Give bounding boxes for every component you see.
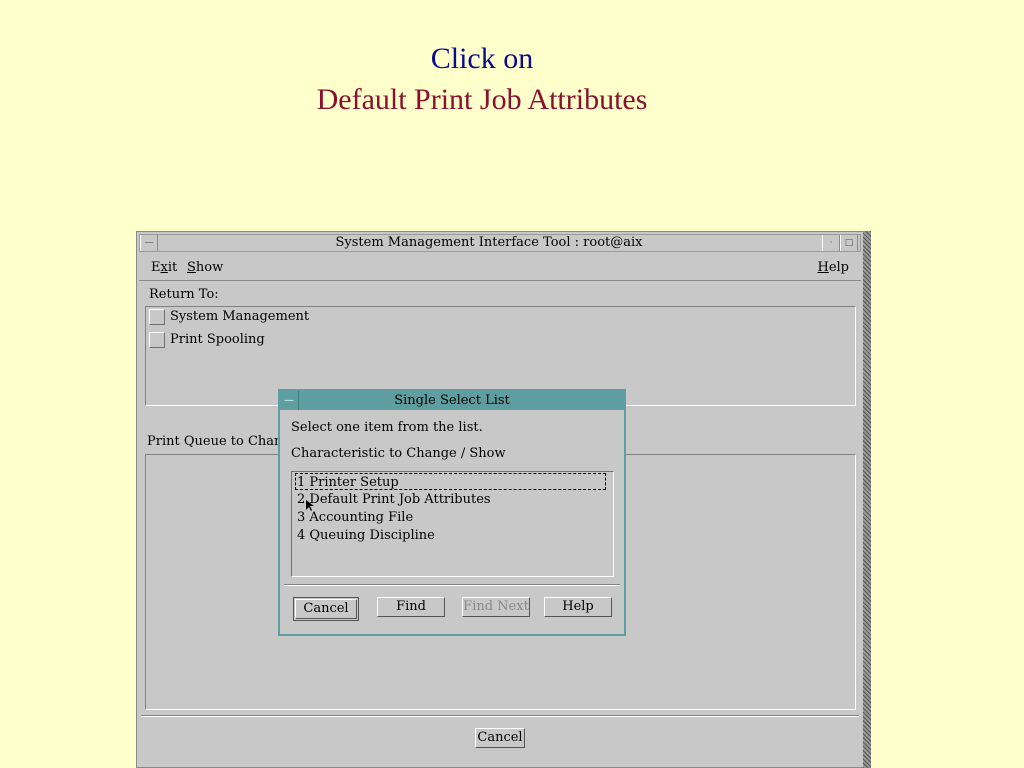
dialog-divider [284, 584, 620, 586]
menu-exit[interactable]: Exit [151, 260, 177, 275]
dialog-menu-icon[interactable]: — [280, 391, 299, 410]
list-item[interactable]: 3 Accounting File [297, 509, 413, 526]
dialog-help-button[interactable]: Help [544, 597, 612, 617]
slide-title-line2: Default Print Job Attributes [316, 83, 648, 116]
dialog-find-next-button[interactable]: Find Next [462, 597, 530, 617]
window-menu-icon[interactable]: — [140, 235, 158, 251]
single-select-dialog: — Single Select List Select one item fro… [278, 389, 626, 636]
divider [141, 715, 859, 717]
menu-show[interactable]: Show [187, 260, 223, 275]
window-edge [863, 231, 871, 768]
list-item[interactable]: 4 Queuing Discipline [297, 527, 435, 544]
return-print-spooling-button[interactable] [149, 332, 165, 348]
menu-exit-label: Exit [151, 260, 178, 275]
dialog-cancel-button[interactable]: Cancel [293, 597, 359, 621]
slide-title-line1: Click on [430, 42, 534, 75]
dialog-titlebar[interactable]: — Single Select List [280, 391, 624, 410]
main-cancel-button[interactable]: Cancel [475, 728, 525, 748]
menu-help-label: Help [817, 260, 849, 275]
return-to-label: Return To: [149, 287, 219, 302]
window-titlebar[interactable]: — System Management Interface Tool : roo… [139, 234, 861, 252]
window-title: System Management Interface Tool : root@… [335, 235, 643, 250]
return-system-management-button[interactable] [149, 309, 165, 325]
dialog-find-button[interactable]: Find [377, 597, 445, 617]
characteristic-list[interactable]: 1 Printer Setup 2 Default Print Job Attr… [291, 471, 614, 577]
return-print-spooling-label[interactable]: Print Spooling [170, 332, 265, 347]
menubar: Exit Show Help [139, 254, 861, 281]
mouse-cursor-icon [306, 500, 314, 511]
list-item[interactable]: 2 Default Print Job Attributes [297, 491, 491, 508]
maximize-icon[interactable]: □ [840, 235, 858, 251]
dialog-instruction: Select one item from the list. [291, 420, 483, 435]
minimize-icon[interactable]: · [822, 235, 840, 251]
menu-help[interactable]: Help [817, 260, 849, 275]
return-system-management-label[interactable]: System Management [170, 309, 309, 324]
list-item[interactable]: 1 Printer Setup [295, 473, 606, 490]
dialog-title: Single Select List [394, 393, 510, 408]
menu-show-label: Show [187, 260, 224, 275]
dialog-list-label: Characteristic to Change / Show [291, 446, 506, 461]
